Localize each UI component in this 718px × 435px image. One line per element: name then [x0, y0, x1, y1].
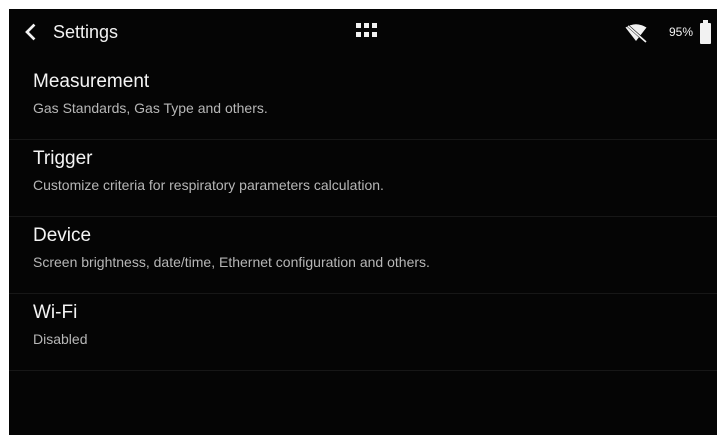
settings-item-title: Trigger [33, 148, 93, 169]
device-screen: Settings 95% Measurement Gas Standards, … [9, 9, 717, 435]
settings-item-trigger[interactable]: Trigger Customize criteria for respirato… [9, 140, 717, 217]
settings-item-wifi[interactable]: Wi-Fi Disabled [9, 294, 717, 371]
battery-icon [700, 20, 711, 44]
settings-item-description: Customize criteria for respiratory param… [33, 177, 384, 193]
apps-menu-button[interactable] [351, 21, 385, 43]
settings-item-device[interactable]: Device Screen brightness, date/time, Eth… [9, 217, 717, 294]
settings-item-description: Gas Standards, Gas Type and others. [33, 100, 268, 116]
chevron-left-icon [25, 23, 36, 41]
battery-percent: 95% [669, 25, 694, 39]
back-button[interactable] [19, 19, 49, 45]
settings-item-title: Measurement [33, 71, 150, 92]
settings-item-title: Wi-Fi [33, 302, 78, 323]
settings-item-description: Screen brightness, date/time, Ethernet c… [33, 254, 430, 270]
wifi-off-icon [625, 24, 647, 43]
settings-item-description: Disabled [33, 331, 88, 347]
settings-item-measurement[interactable]: Measurement Gas Standards, Gas Type and … [9, 63, 717, 140]
settings-list: Measurement Gas Standards, Gas Type and … [9, 63, 717, 371]
page-title: Settings [53, 22, 119, 42]
header-bar: Settings 95% [9, 9, 717, 55]
grid-menu-icon [356, 23, 377, 37]
settings-item-title: Device [33, 225, 92, 246]
